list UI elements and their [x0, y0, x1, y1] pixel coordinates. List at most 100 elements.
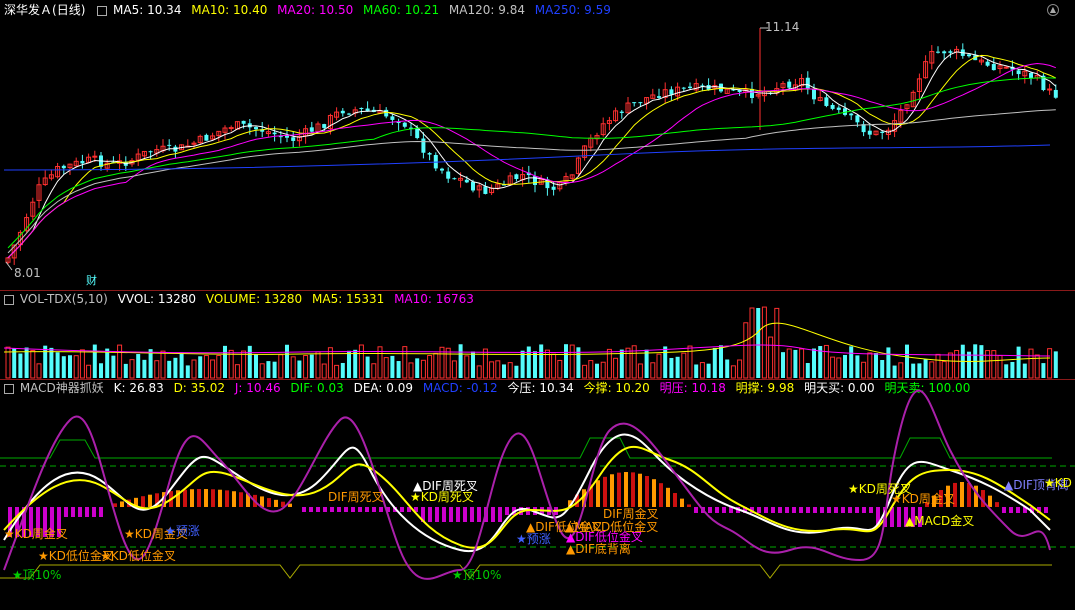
volume-bar: [997, 355, 1003, 379]
volume-bar: [315, 351, 321, 379]
volume-bar: [905, 344, 909, 378]
macd-histogram-bar: [841, 507, 845, 513]
volume-bar: [247, 345, 252, 378]
macd-histogram-bar: [211, 489, 215, 507]
volume-bar: [663, 346, 668, 378]
macd-histogram-bar: [869, 507, 873, 513]
ma10-line: [7, 54, 1057, 259]
candle-body: [688, 86, 692, 89]
volume-chart[interactable]: [0, 290, 1075, 380]
candle-body: [836, 107, 841, 110]
volume-bar: [383, 357, 389, 379]
macd-histogram-bar: [78, 507, 82, 517]
volume-bar: [761, 306, 767, 379]
volume-bar: [855, 355, 860, 378]
volume-bar: [935, 353, 941, 379]
candle-body: [824, 97, 829, 106]
candle-body: [514, 174, 519, 179]
volume-bar: [111, 355, 116, 378]
candle-body: [402, 122, 407, 127]
ma20-line: [7, 62, 1056, 259]
ma5-line: [7, 51, 1057, 259]
macd-histogram-bar: [477, 507, 481, 522]
macd-histogram-bar: [596, 480, 600, 507]
volume-bar: [507, 362, 513, 379]
volume-bar: [595, 363, 599, 378]
candle-body: [880, 131, 885, 133]
macd-histogram-bar: [1002, 507, 1006, 513]
volume-bar: [1004, 364, 1009, 378]
macd-histogram-bar: [827, 507, 831, 513]
volume-bar: [985, 350, 991, 379]
volume-bar: [285, 344, 289, 378]
macd-histogram-bar: [624, 472, 628, 507]
volume-bar: [309, 354, 314, 378]
signal-label: ★顶10%: [12, 568, 62, 582]
macd-histogram-bar: [337, 507, 341, 512]
candle-body: [855, 115, 860, 123]
candle-body: [322, 124, 327, 128]
macd-histogram-bar: [232, 491, 236, 507]
candle-body: [80, 160, 85, 164]
volume-bar: [557, 359, 563, 379]
volume-bar: [613, 357, 619, 379]
financial-report-marker[interactable]: 财: [86, 274, 97, 288]
macd-histogram-bar: [204, 489, 208, 507]
candle-body: [619, 111, 624, 113]
volume-bar: [451, 360, 457, 379]
candle-body: [750, 88, 754, 98]
macd-histogram-bar: [400, 507, 404, 512]
volume-bar: [805, 363, 810, 378]
candle-body: [787, 81, 792, 88]
candle-body: [985, 61, 990, 66]
signal-label: DIF周金叉: [603, 507, 659, 521]
volume-bar: [650, 362, 656, 379]
signal-label: DIF周死叉: [328, 490, 384, 504]
macd-histogram-bar: [799, 507, 803, 513]
price-chart[interactable]: [0, 0, 1075, 290]
signal-label: ▲DIF底背离: [566, 542, 631, 556]
macd-histogram-bar: [141, 496, 145, 507]
candle-body: [421, 138, 426, 153]
macd-histogram-bar: [715, 507, 719, 513]
volume-bar: [476, 365, 482, 379]
macd-histogram-bar: [792, 507, 796, 513]
volume-bar: [136, 354, 141, 378]
macd-histogram-bar: [225, 490, 229, 507]
candle-body: [471, 181, 475, 191]
volume-bar: [92, 344, 97, 378]
volume-bar: [514, 365, 519, 378]
volume-bar: [588, 360, 594, 379]
macd-histogram-bar: [638, 473, 642, 507]
volume-bar: [569, 344, 575, 379]
macd-histogram-bar: [652, 479, 656, 507]
macd-histogram-bar: [806, 507, 810, 513]
macd-histogram-bar: [491, 507, 495, 522]
macd-histogram-bar: [757, 507, 761, 513]
macd-histogram-bar: [820, 507, 824, 513]
volume-bar: [210, 359, 216, 379]
volume-bar: [123, 363, 128, 378]
volume-bar: [117, 344, 123, 379]
volume-bar: [340, 362, 345, 378]
macd-histogram-bar: [330, 507, 334, 512]
volume-bar: [892, 365, 897, 378]
volume-bar: [18, 353, 23, 378]
macd-histogram-bar: [442, 507, 446, 522]
candle-body: [92, 155, 98, 158]
volume-bar: [55, 352, 60, 378]
volume-bar: [867, 352, 873, 379]
macd-histogram-bar: [631, 472, 635, 507]
candle-body: [632, 102, 637, 104]
volume-bar: [625, 347, 631, 379]
macd-histogram-bar: [190, 489, 194, 507]
volume-bar: [464, 355, 470, 379]
macd-histogram-bar: [960, 482, 964, 507]
volume-bar: [706, 363, 711, 378]
macd-histogram-bar: [183, 489, 187, 507]
macd-histogram-bar: [673, 493, 677, 507]
volume-bar: [142, 359, 147, 378]
candle-body: [936, 51, 940, 53]
candle-body: [167, 144, 172, 146]
volume-bar: [216, 354, 222, 379]
